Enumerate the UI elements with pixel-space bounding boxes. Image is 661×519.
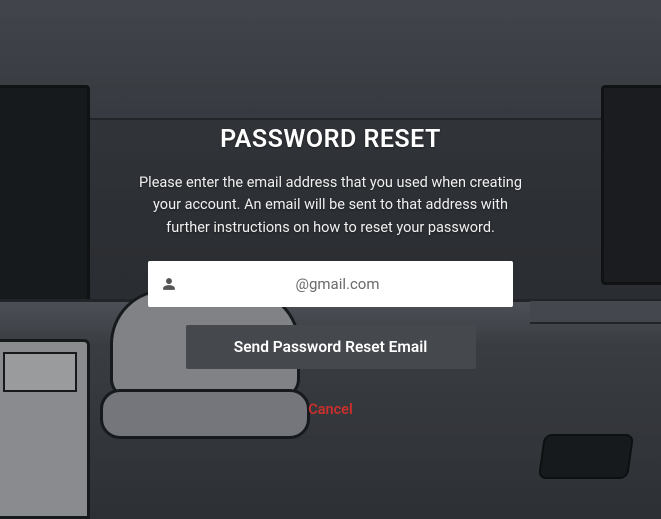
instructions-text: Please enter the email address that you …	[131, 172, 531, 239]
page-title: PASSWORD RESET	[220, 125, 441, 154]
password-reset-modal: PASSWORD RESET Please enter the email ad…	[0, 0, 661, 418]
user-icon	[162, 277, 176, 291]
send-reset-email-button[interactable]: Send Password Reset Email	[186, 325, 476, 369]
cancel-link[interactable]: Cancel	[308, 401, 353, 418]
email-field[interactable]	[176, 275, 499, 293]
email-input-wrapper[interactable]	[148, 261, 513, 307]
